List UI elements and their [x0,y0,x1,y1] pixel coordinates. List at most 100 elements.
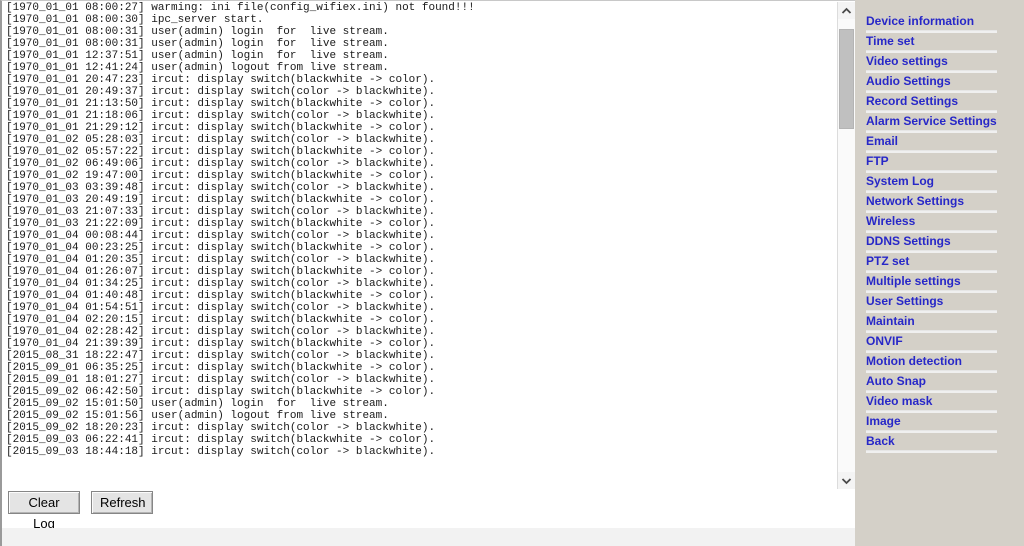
sidebar-item-audio-settings[interactable]: Audio Settings [855,74,1024,94]
menu-separator [866,150,997,153]
menu-separator [866,370,997,373]
menu-separator [866,310,997,313]
log-line: [1970_01_02 19:47:00] ircut: display swi… [6,170,436,182]
sidebar-item-video-mask[interactable]: Video mask [855,394,1024,414]
menu-separator [866,50,997,53]
sidebar-item-maintain[interactable]: Maintain [855,314,1024,334]
log-line: [1970_01_04 01:54:51] ircut: display swi… [6,302,436,314]
sidebar-item-device-information[interactable]: Device information [855,14,1024,34]
menu-separator [866,350,997,353]
sidebar-item-label: Image [866,414,901,428]
menu-separator [866,130,997,133]
log-line: [2015_09_01 18:01:27] ircut: display swi… [6,374,436,386]
sidebar-item-motion-detection[interactable]: Motion detection [855,354,1024,374]
log-line: [1970_01_02 05:57:22] ircut: display swi… [6,146,436,158]
log-line: [2015_09_02 15:01:56] user(admin) logout… [6,410,389,422]
log-line: [2015_09_01 06:35:25] ircut: display swi… [6,362,436,374]
menu-separator [866,230,997,233]
log-line: [1970_01_01 08:00:27] warming: ini file(… [6,2,475,14]
log-line: [1970_01_04 00:08:44] ircut: display swi… [6,230,436,242]
scrollbar-down-button[interactable] [838,472,855,489]
sidebar-item-record-settings[interactable]: Record Settings [855,94,1024,114]
menu-separator [866,290,997,293]
sidebar-item-label: User Settings [866,294,944,308]
sidebar-item-label: Alarm Service Settings [866,114,997,128]
menu-separator [866,330,997,333]
sidebar-item-label: Motion detection [866,354,962,368]
system-log-page: [1970_01_01 08:00:27] warming: ini file(… [0,0,1024,546]
log-line: [2015_08_31 18:22:47] ircut: display swi… [6,350,436,362]
log-line: [1970_01_01 20:47:23] ircut: display swi… [6,74,436,86]
sidebar-item-label: Time set [866,34,915,48]
menu-separator [866,430,997,433]
sidebar-item-label: System Log [866,174,935,188]
menu-separator [866,250,997,253]
sidebar-item-wireless[interactable]: Wireless [855,214,1024,234]
log-line: [1970_01_04 01:26:07] ircut: display swi… [6,266,436,278]
sidebar-item-label: Video settings [866,54,948,68]
log-line: [2015_09_02 15:01:50] user(admin) login … [6,398,389,410]
log-line: [1970_01_01 08:00:31] user(admin) login … [6,38,389,50]
sidebar-item-alarm-service-settings[interactable]: Alarm Service Settings [855,114,1024,134]
bottom-strip [0,528,855,546]
sidebar-item-label: Email [866,134,899,148]
log-action-bar: Clear Log Refresh [0,489,855,531]
sidebar-item-image[interactable]: Image [855,414,1024,434]
sidebar-item-network-settings[interactable]: Network Settings [855,194,1024,214]
scrollbar-up-button[interactable] [838,2,855,19]
chevron-down-icon [841,477,852,485]
log-line: [1970_01_01 12:37:51] user(admin) login … [6,50,389,62]
sidebar-item-label: PTZ set [866,254,910,268]
log-line: [1970_01_04 01:20:35] ircut: display swi… [6,254,436,266]
sidebar-item-email[interactable]: Email [855,134,1024,154]
sidebar-item-label: Auto Snap [866,374,926,388]
menu-separator [866,190,997,193]
log-scrollbar[interactable] [837,2,855,489]
log-line: [2015_09_02 06:42:50] ircut: display swi… [6,386,436,398]
menu-separator [866,390,997,393]
sidebar-item-label: DDNS Settings [866,234,951,248]
refresh-button[interactable]: Refresh [91,491,153,514]
menu-separator [866,170,997,173]
sidebar-item-multiple-settings[interactable]: Multiple settings [855,274,1024,294]
log-text-area[interactable]: [1970_01_01 08:00:27] warming: ini file(… [6,2,834,489]
log-line: [1970_01_03 03:39:48] ircut: display swi… [6,182,436,194]
settings-menu: Device information Time set Video settings… [855,14,1024,454]
menu-separator [866,270,997,273]
sidebar-item-video-settings[interactable]: Video settings [855,54,1024,74]
sidebar-item-label: Audio Settings [866,74,951,88]
sidebar-item-back[interactable]: Back [855,434,1024,454]
sidebar-item-label: Multiple settings [866,274,961,288]
sidebar-item-label: Record Settings [866,94,959,108]
log-line: [1970_01_01 08:00:31] user(admin) login … [6,26,389,38]
sidebar-item-ddns-settings[interactable]: DDNS Settings [855,234,1024,254]
sidebar-item-label: Back [866,434,895,448]
log-line: [1970_01_04 01:34:25] ircut: display swi… [6,278,436,290]
clear-log-button[interactable]: Clear Log [8,491,80,531]
log-line: [1970_01_03 21:07:33] ircut: display swi… [6,206,436,218]
scrollbar-thumb[interactable] [839,29,854,129]
log-line: [2015_09_03 18:44:18] ircut: display swi… [6,446,436,458]
log-line: [1970_01_02 05:28:03] ircut: display swi… [6,134,436,146]
log-line: [1970_01_03 20:49:19] ircut: display swi… [6,194,436,206]
sidebar-item-auto-snap[interactable]: Auto Snap [855,374,1024,394]
main-panel: [1970_01_01 08:00:27] warming: ini file(… [0,0,855,546]
sidebar-item-user-settings[interactable]: User Settings [855,294,1024,314]
log-line: [1970_01_04 02:20:15] ircut: display swi… [6,314,436,326]
menu-separator [866,210,997,213]
log-viewer[interactable]: [1970_01_01 08:00:27] warming: ini file(… [0,0,855,489]
log-line: [1970_01_02 06:49:06] ircut: display swi… [6,158,436,170]
sidebar-item-system-log[interactable]: System Log [855,174,1024,194]
sidebar-item-ftp[interactable]: FTP [855,154,1024,174]
settings-sidebar: Device information Time set Video settings… [855,0,1024,546]
log-line: [1970_01_01 21:29:12] ircut: display swi… [6,122,436,134]
sidebar-item-time-set[interactable]: Time set [855,34,1024,54]
sidebar-item-ptz-set[interactable]: PTZ set [855,254,1024,274]
sidebar-item-label: FTP [866,154,889,168]
sidebar-item-onvif[interactable]: ONVIF [855,334,1024,354]
menu-separator [866,450,997,453]
sidebar-item-label: Video mask [866,394,933,408]
log-line: [1970_01_01 21:18:06] ircut: display swi… [6,110,436,122]
log-line: [1970_01_04 02:28:42] ircut: display swi… [6,326,436,338]
log-line: [1970_01_04 21:39:39] ircut: display swi… [6,338,436,350]
